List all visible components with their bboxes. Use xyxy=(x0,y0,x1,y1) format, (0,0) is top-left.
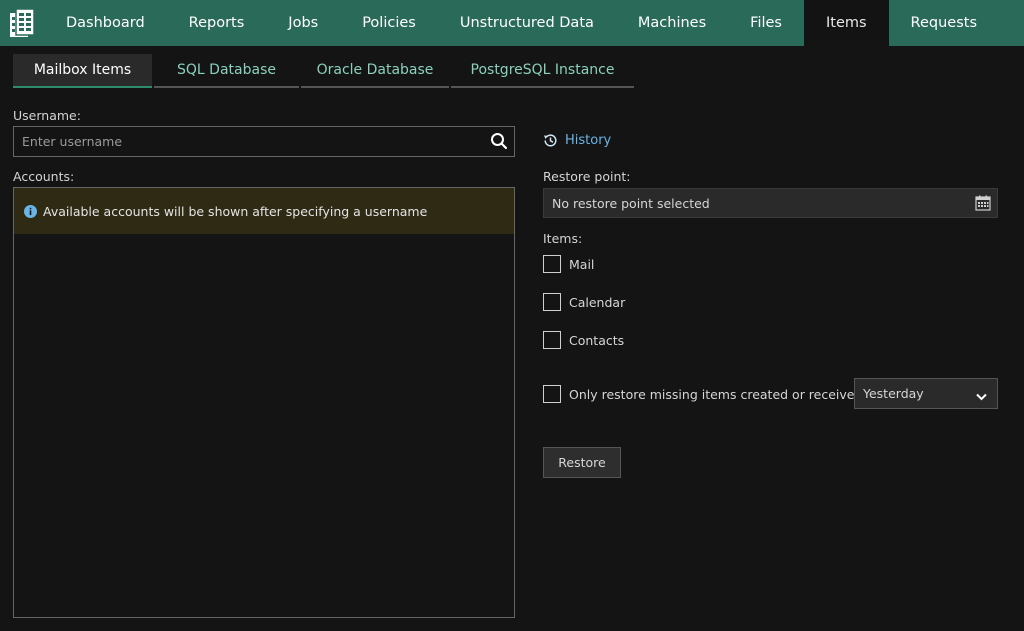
calendar-checkbox[interactable] xyxy=(543,293,561,311)
top-navigation: Dashboard Reports Jobs Policies Unstruct… xyxy=(0,0,1024,46)
accounts-list: Available accounts will be shown after s… xyxy=(13,187,515,618)
tab-sql-database[interactable]: SQL Database xyxy=(154,54,299,88)
mail-label: Mail xyxy=(569,256,595,272)
time-range-select[interactable]: Yesterday xyxy=(854,378,998,409)
item-option-contacts: Contacts xyxy=(543,331,624,349)
items-label: Items: xyxy=(543,231,583,246)
nav-jobs[interactable]: Jobs xyxy=(266,0,340,46)
nav-policies[interactable]: Policies xyxy=(340,0,438,46)
only-missing-option: Only restore missing items created or re… xyxy=(543,385,862,403)
username-field xyxy=(13,126,515,157)
restore-button[interactable]: Restore xyxy=(543,447,621,478)
only-missing-checkbox[interactable] xyxy=(543,385,561,403)
restore-point-label: Restore point: xyxy=(543,169,631,184)
nav-requests[interactable]: Requests xyxy=(889,0,999,46)
tab-postgresql-instance[interactable]: PostgreSQL Instance xyxy=(451,54,634,88)
accounts-info-text: Available accounts will be shown after s… xyxy=(43,203,428,219)
app-logo-icon[interactable] xyxy=(0,0,46,46)
accounts-label: Accounts: xyxy=(13,169,75,184)
tab-mailbox-items[interactable]: Mailbox Items xyxy=(13,54,152,88)
nav-unstructured-data[interactable]: Unstructured Data xyxy=(438,0,616,46)
search-icon[interactable] xyxy=(490,132,508,154)
nav-machines[interactable]: Machines xyxy=(616,0,728,46)
nav-files[interactable]: Files xyxy=(728,0,804,46)
history-label: History xyxy=(565,133,612,148)
time-range-value: Yesterday xyxy=(863,386,924,401)
restore-point-field[interactable]: No restore point selected xyxy=(543,188,998,218)
contacts-label: Contacts xyxy=(569,332,625,348)
info-icon xyxy=(24,204,37,218)
nav-items[interactable]: Items xyxy=(803,0,889,46)
username-input[interactable] xyxy=(14,127,454,155)
chevron-down-icon xyxy=(976,389,987,404)
restore-point-value: No restore point selected xyxy=(552,195,710,211)
accounts-info-message: Available accounts will be shown after s… xyxy=(14,188,514,234)
contacts-checkbox[interactable] xyxy=(543,331,561,349)
item-option-mail: Mail xyxy=(543,255,594,273)
only-missing-label: Only restore missing items created or re… xyxy=(569,386,863,402)
username-label: Username: xyxy=(13,108,81,123)
tab-oracle-database[interactable]: Oracle Database xyxy=(301,54,449,88)
item-option-calendar: Calendar xyxy=(543,293,625,311)
nav-reports[interactable]: Reports xyxy=(167,0,267,46)
history-icon xyxy=(543,133,558,148)
calendar-icon[interactable] xyxy=(975,195,991,214)
mail-checkbox[interactable] xyxy=(543,255,561,273)
history-link[interactable]: History xyxy=(543,133,611,148)
restore-type-tabs: Mailbox Items SQL Database Oracle Databa… xyxy=(13,54,636,88)
calendar-label: Calendar xyxy=(569,294,626,310)
nav-dashboard[interactable]: Dashboard xyxy=(46,0,167,46)
